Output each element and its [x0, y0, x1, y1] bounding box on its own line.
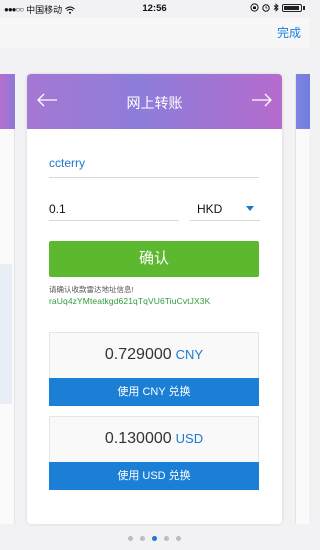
conversion-value: 0.729000 [104, 346, 172, 363]
card-title: 网上转账 [126, 95, 183, 111]
conversion-box-usd: 0.130000 USD 使用 USD 兑换 [49, 416, 259, 490]
status-right [250, 3, 305, 12]
previous-card-header [0, 74, 15, 129]
recipient-field[interactable]: ccterry [49, 156, 85, 170]
conversion-value-row: 0.729000 CNY [50, 346, 258, 364]
bluetooth-icon [273, 3, 279, 12]
radar-address: raUq4zYMteatkgd621qTqVU6TiuCvtJX3K [49, 296, 211, 306]
page-dot[interactable] [140, 536, 145, 541]
arrow-right-icon[interactable] [251, 92, 273, 108]
page-dot[interactable] [152, 536, 157, 541]
conversion-value-row: 0.130000 USD [50, 430, 258, 448]
conversion-value: 0.130000 [104, 430, 172, 447]
recipient-underline [49, 177, 259, 178]
page-dot[interactable] [176, 536, 181, 541]
rotation-lock-icon [250, 3, 259, 12]
exchange-usd-button[interactable]: 使用 USD 兑换 [49, 462, 259, 490]
conversion-currency: CNY [175, 347, 204, 362]
top-bar: 完成 [0, 18, 309, 48]
next-card-header [296, 74, 310, 129]
done-button[interactable]: 完成 [277, 24, 301, 41]
previous-card-panel [0, 264, 12, 404]
currency-underline [190, 220, 260, 221]
alarm-icon [262, 4, 270, 12]
amount-field[interactable]: 0.1 [49, 202, 66, 216]
card-header: 网上转账 [27, 74, 282, 129]
conversion-currency: USD [175, 431, 204, 446]
battery-tip [303, 5, 305, 10]
page-indicator[interactable] [0, 536, 309, 541]
next-card-peek[interactable] [295, 74, 310, 524]
page-dot[interactable] [128, 536, 133, 541]
previous-card-peek[interactable] [0, 74, 15, 524]
currency-select[interactable]: HKD [197, 202, 222, 216]
caret-down-icon[interactable] [246, 206, 254, 211]
transfer-card: 网上转账 ccterry 0.1 HKD 确认 请确认收款雷达地址信息! raU… [27, 74, 282, 524]
exchange-cny-button[interactable]: 使用 CNY 兑换 [49, 378, 259, 406]
address-hint: 请确认收款雷达地址信息! [49, 285, 134, 294]
status-bar: ●●●○○ 中国移动 12:56 [0, 0, 309, 18]
page-dot[interactable] [164, 536, 169, 541]
battery-icon [282, 3, 302, 12]
confirm-button[interactable]: 确认 [49, 241, 259, 277]
conversion-box-cny: 0.729000 CNY 使用 CNY 兑换 [49, 332, 259, 406]
amount-underline [49, 220, 179, 221]
